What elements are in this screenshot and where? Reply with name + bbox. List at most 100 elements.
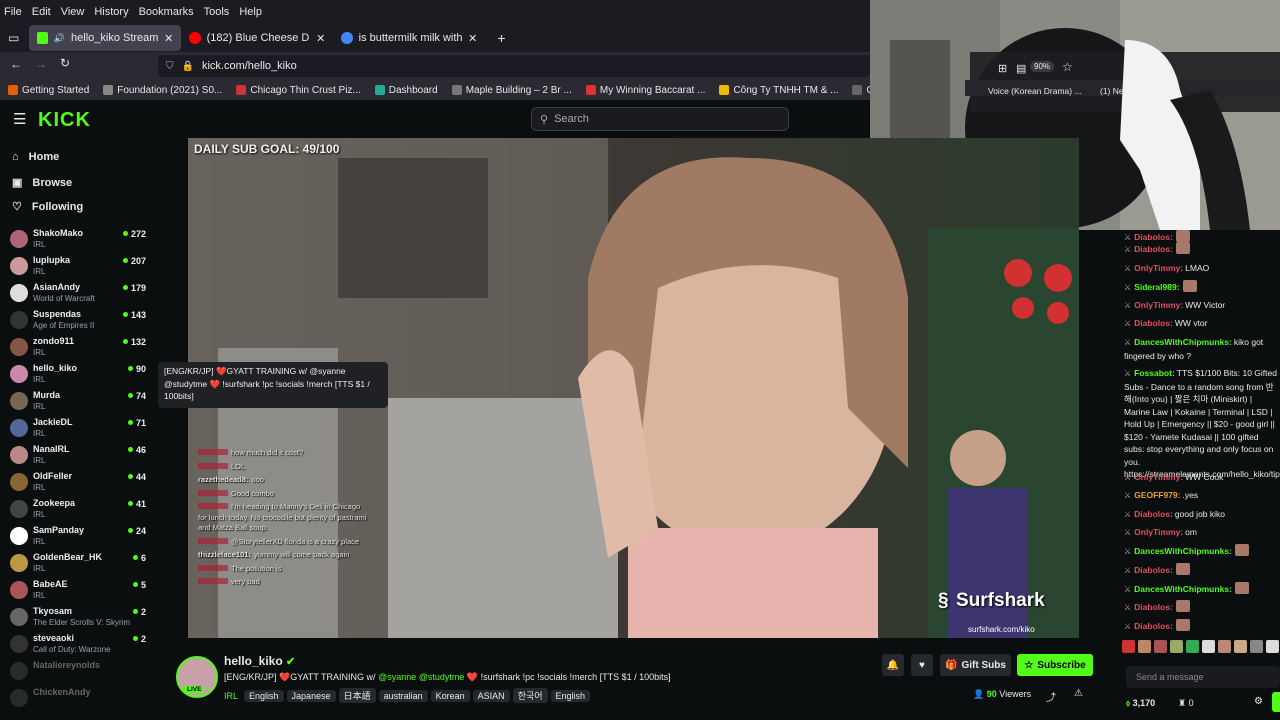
close-tab-icon[interactable]: ✕ [316,32,325,45]
chat-username[interactable]: OnlyTimmy: [1134,263,1183,273]
search-input[interactable]: ⚲ Search [531,107,789,131]
bookmark-item[interactable]: Foundation (2021) S0... [103,85,222,96]
stream-tag[interactable]: 日本語 [338,688,376,703]
sidebar-channel-tkyosam[interactable]: Tkyosam The Elder Scrolls V: Skyrim 2 [10,605,150,631]
overlay-bookmark-a[interactable]: Voice (Korean Drama) ... [988,86,1082,96]
chat-username[interactable]: Fossabot: [1134,368,1175,378]
emote-icon[interactable] [1186,640,1199,653]
sidebar-channel-murda[interactable]: Murda IRL 74 [10,389,150,415]
emote-icon[interactable] [1170,640,1183,653]
gift-subs-button[interactable]: 🎁 Gift Subs [940,654,1011,676]
reload-icon[interactable]: ↻ [60,56,70,70]
chat-input[interactable]: Send a message [1126,666,1280,688]
url-bar[interactable]: ⛉ 🔒 kick.com/hello_kiko [158,55,870,77]
bookmark-item[interactable]: My Winning Baccarat ... [585,85,705,96]
chat-username[interactable]: Diabolos: [1134,244,1173,254]
sidebar-channel-babeae[interactable]: BabeAE IRL 5 [10,578,150,604]
sidebar-channel-steveaoki[interactable]: steveaoki Call of Duty: Warzone 2 [10,632,150,658]
sidebar-channel-oldfeller[interactable]: OldFeller IRL 44 [10,470,150,496]
chat-username[interactable]: Sideral989: [1134,282,1179,292]
chat-username[interactable]: OnlyTimmy: [1134,472,1183,482]
tab-list-icon[interactable]: ▭ [8,31,19,45]
emote-icon[interactable] [1234,640,1247,653]
close-tab-icon[interactable]: ✕ [164,32,173,45]
chat-username[interactable]: Diabolos: [1134,565,1173,575]
bookmark-item[interactable]: Công Ty TNHH TM & ... [719,85,838,96]
stream-tag[interactable]: English [550,690,591,702]
sidebar-channel-jackiedl[interactable]: JackieDL IRL 71 [10,416,150,442]
zoom-badge[interactable]: 90% [1030,61,1055,72]
channel-name-text[interactable]: hello_kiko [224,654,283,668]
stream-tag[interactable]: English [244,690,284,702]
chat-username[interactable]: OnlyTimmy: [1134,300,1183,310]
menu-help[interactable]: Help [239,6,262,18]
kick-logo[interactable]: KICK [38,109,91,132]
sidebar-channel-asianandy[interactable]: AsianAndy World of Warcraft 179 [10,281,150,307]
chat-username[interactable]: GEOFF979: [1134,490,1180,500]
emote-icon[interactable] [1266,640,1279,653]
title-mention[interactable]: @syanne @studytme [378,672,464,682]
subscribe-button[interactable]: ☆ Subscribe [1017,654,1093,676]
chat-username[interactable]: DancesWithChipmunks: [1134,584,1232,594]
chat-username[interactable]: Diabolos: [1134,621,1173,631]
stream-tag[interactable]: ASIAN [472,690,510,702]
tab-blue-cheese[interactable]: (182) Blue Cheese Dressing - C ✕ [181,25,333,51]
send-chat-button[interactable] [1272,692,1280,712]
nav-following[interactable]: ♡ Following [12,200,83,214]
notification-bell-button[interactable]: 🔔 [882,654,904,676]
stream-tag[interactable]: 한국어 [512,688,548,703]
sidebar-channel-hello_kiko[interactable]: hello_kiko IRL 90 [10,362,150,388]
forward-icon[interactable]: → [35,57,47,71]
settings-gear-icon[interactable]: ⚙ [1254,696,1263,709]
sidebar-channel-zondo911[interactable]: zondo911 IRL 132 [10,335,150,361]
chat-username[interactable]: Diabolos: [1134,318,1173,328]
bookmark-item[interactable]: Getting Started [8,85,89,96]
emote-icon[interactable] [1202,640,1215,653]
chat-username[interactable]: Diabolos: [1134,509,1173,519]
menu-history[interactable]: History [94,6,128,18]
chat-username[interactable]: Diabolos: [1134,232,1173,242]
sidebar-channel-chickenandy[interactable]: ChickenAndy [10,686,150,712]
follow-button[interactable]: ♥ [911,654,933,676]
new-tab-button[interactable]: + [497,30,505,46]
back-icon[interactable]: ← [10,57,22,71]
chat-username[interactable]: DancesWithChipmunks: [1134,546,1232,556]
report-icon[interactable]: ⚠ [1074,688,1083,699]
menu-edit[interactable]: Edit [32,6,51,18]
star-icon[interactable]: ☆ [1062,60,1073,74]
stream-tag[interactable]: Korean [430,690,470,702]
channel-points[interactable]: ⬨ 3,170 [1126,697,1155,710]
tab-buttermilk[interactable]: is buttermilk milk with vinegar ✕ [333,25,485,51]
sidebar-channel-zookeepa[interactable]: Zookeepa IRL 41 [10,497,150,523]
sidebar-channel-nataliereynolds[interactable]: Nataliereynolds [10,659,150,685]
nav-home[interactable]: ⌂ Home [12,151,59,163]
bookmark-item[interactable]: Chicago Thin Crust Piz... [236,85,361,96]
close-tab-icon[interactable]: ✕ [468,32,477,45]
emote-icon[interactable] [1154,640,1167,653]
sidebar-channel-shakomako[interactable]: ShakoMako IRL 272 [10,227,150,253]
nav-browse[interactable]: ▣ Browse [12,176,72,190]
bookmark-item[interactable]: Maple Building – 2 Br ... [451,85,572,96]
share-icon[interactable]: ⤴ [1046,689,1056,704]
sidebar-channel-suspendas[interactable]: Suspendas Age of Empires II 143 [10,308,150,334]
sidebar-channel-goldenbear_hk[interactable]: GoldenBear_HK IRL 6 [10,551,150,577]
emote-icon[interactable] [1122,640,1135,653]
chat-username[interactable]: OnlyTimmy: [1134,527,1183,537]
category-link[interactable]: IRL [224,691,238,701]
menu-view[interactable]: View [61,6,85,18]
tab-hello-kiko[interactable]: 🔊 hello_kiko Stream - Watch ✕ [29,25,182,51]
emote-icon[interactable] [1138,640,1151,653]
hamburger-menu-icon[interactable]: ☰ [13,110,26,128]
emote-icon[interactable] [1250,640,1263,653]
chat-username[interactable]: DancesWithChipmunks: [1134,337,1232,347]
bookmark-item[interactable]: Gold Coast – Luxury Li... [852,85,870,96]
menu-file[interactable]: File [4,6,22,18]
stream-tag[interactable]: Japanese [286,690,336,702]
menu-bookmarks[interactable]: Bookmarks [139,6,194,18]
menu-tools[interactable]: Tools [204,6,230,18]
emote-icon[interactable] [1218,640,1231,653]
stream-tag[interactable]: australian [378,690,428,702]
sidebar-channel-sampanday[interactable]: SamPanday IRL 24 [10,524,150,550]
sidebar-channel-luplupka[interactable]: luplupka IRL 207 [10,254,150,280]
chat-username[interactable]: Diabolos: [1134,602,1173,612]
